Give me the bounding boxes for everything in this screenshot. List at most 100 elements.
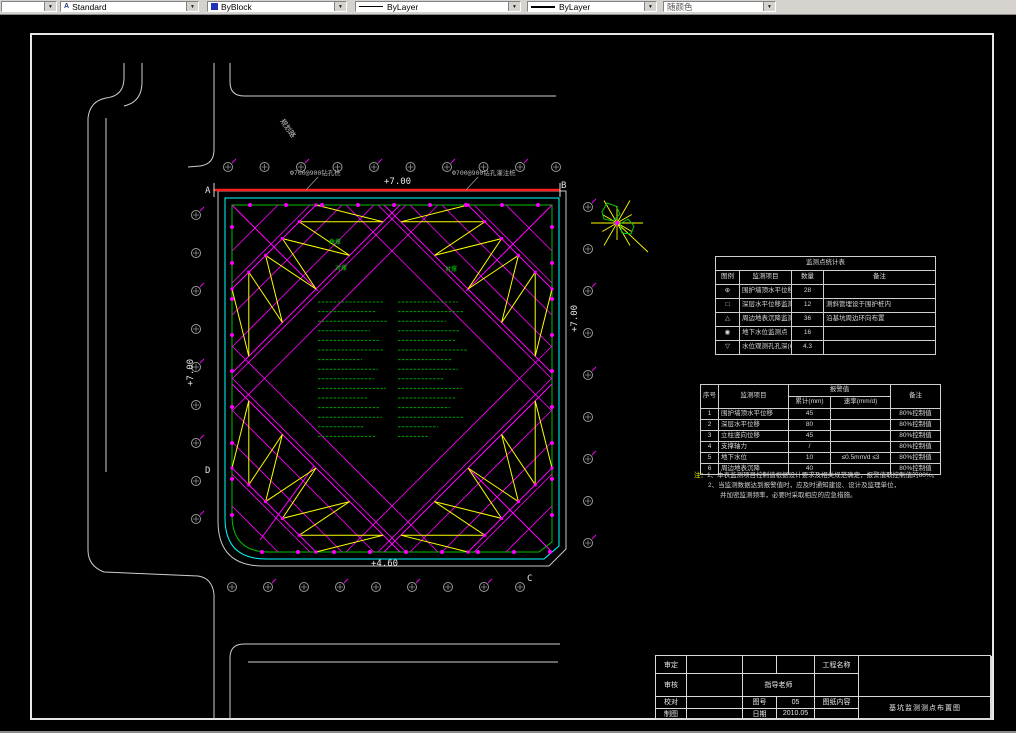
titleblock-row2-label: 审核 — [656, 674, 687, 697]
titleblock-row4-label: 制图 — [656, 708, 687, 720]
alarm-cumulative: / — [788, 441, 831, 453]
color-combo[interactable]: ByBlock ▼ — [207, 1, 347, 12]
drawing-no-label: 图号 — [743, 697, 777, 709]
alarm-rate — [830, 430, 891, 442]
alarm-seq: 1 — [700, 408, 719, 420]
alarm-seq: 5 — [700, 452, 719, 464]
stats-item-note: 沿基坑周边环向布置 — [823, 312, 936, 327]
alarm-note: 80%控制值 — [890, 430, 941, 442]
stats-item-note — [823, 284, 936, 299]
content-label: 图纸内容 — [815, 697, 859, 709]
alarm-item: 地下水位 — [718, 452, 789, 464]
corner-label-c: C — [527, 574, 532, 584]
strut-label-1: 角撑 — [329, 238, 341, 246]
corner-label-d: D — [205, 466, 210, 476]
note-line: 1、本表监测项目控制值根据设计要求及相关规范确定，报警值取控制值的80%。 — [707, 472, 939, 479]
titleblock-row1-label: 审定 — [656, 656, 687, 674]
lineweight-combo-value: ByLayer — [559, 1, 591, 12]
alarm-rate — [830, 419, 891, 431]
monitoring-stats-table: 监测点统计表 图例 监测项目 数量 备注 ⊕ 围护墙顶水平位移监测点 28 □ … — [715, 256, 936, 355]
stats-item-note: 测斜管埋设于围护桩内 — [823, 298, 936, 313]
titleblock-row2-value — [687, 674, 743, 697]
table-row: 2 深层水平位移 80 80%控制值 — [700, 419, 941, 431]
color-combo-value: ByBlock — [221, 1, 252, 12]
alarm-note: 80%控制值 — [890, 408, 941, 420]
elevation-left: +7.00 — [186, 359, 196, 386]
point-symbol-icon: □ — [715, 298, 740, 313]
point-symbol-icon: ▽ — [715, 340, 740, 355]
alarm-cumulative: 45 — [788, 408, 831, 420]
alarm-note: 80%控制值 — [890, 452, 941, 464]
titleblock-row3-value — [687, 697, 743, 709]
road-label: 规划路 — [278, 117, 297, 139]
table-row: ◉ 地下水位监测点 16 — [715, 326, 936, 341]
table-row: 4 支撑轴力 / 80%控制值 — [700, 441, 941, 453]
elevation-bottom: +4.60 — [371, 559, 398, 569]
plan-labels: A B C D +7.00 +4.60 +7.00 +7.00 Ф700@900… — [186, 117, 580, 584]
corner-label-b: B — [561, 181, 566, 191]
alarm-seq: 4 — [700, 441, 719, 453]
plotstyle-combo[interactable]: 随颜色 ▼ — [663, 1, 776, 12]
table-row: △ 周边地表沉降监测点 36 沿基坑周边环向布置 — [715, 312, 936, 327]
note-line: 并加密监测频率，必要时采取相应的应急措施。 — [720, 492, 857, 499]
stats-item-count: 36 — [791, 312, 824, 327]
plotstyle-combo-value: 随颜色 — [667, 1, 693, 12]
drawing-no-value: 05 — [777, 697, 815, 709]
table-row: ⊕ 围护墙顶水平位移监测点 28 — [715, 284, 936, 299]
alarm-rate: ≤0.5mm/d ≤3 — [830, 452, 891, 464]
alarm-item: 围护墙顶水平位移 — [718, 408, 789, 420]
stats-header-count: 数量 — [791, 270, 824, 285]
lineweight-combo[interactable]: ByLayer ▼ — [527, 1, 657, 12]
table-row: 5 地下水位 10 ≤0.5mm/d ≤3 80%控制值 — [700, 452, 941, 464]
text-style-combo[interactable]: A Standard ▼ — [60, 1, 199, 12]
point-symbol-icon: ⊕ — [715, 284, 740, 299]
titleblock-row1-value — [687, 656, 743, 674]
alarm-cumulative: 10 — [788, 452, 831, 464]
color-combo-arrow-icon[interactable]: ▼ — [334, 2, 346, 11]
advisor-label: 指导老师 — [743, 674, 815, 697]
alarm-cumulative: 45 — [788, 430, 831, 442]
linetype-combo-arrow-icon[interactable]: ▼ — [508, 2, 520, 11]
note-line: 2、当监测数据达到报警值时，应及时通知建设、设计及监理单位， — [708, 482, 901, 489]
lineweight-combo-arrow-icon[interactable]: ▼ — [644, 2, 656, 11]
stats-item-count: 4.3 — [791, 340, 824, 355]
stats-item-count: 12 — [791, 298, 824, 313]
project-name-label: 工程名称 — [815, 656, 859, 674]
stats-item-name: 地下水位监测点 — [739, 326, 792, 341]
table-row: □ 深层水平位移监测点 12 测斜管埋设于围护桩内 — [715, 298, 936, 313]
alarm-header-sub1: 累计(mm) — [788, 396, 831, 409]
drawing-canvas[interactable]: A B C D +7.00 +4.60 +7.00 +7.00 Ф700@900… — [0, 0, 1016, 733]
stats-item-name: 深层水平位移监测点 — [739, 298, 792, 313]
stats-header-note: 备注 — [823, 270, 936, 285]
project-name-value — [859, 656, 992, 697]
alarm-seq: 3 — [700, 430, 719, 442]
stats-item-count: 28 — [791, 284, 824, 299]
stats-header-symbol: 图例 — [715, 270, 740, 285]
stats-item-note — [823, 340, 936, 355]
text-style-icon: A — [64, 3, 70, 10]
linetype-combo[interactable]: ByLayer ▼ — [355, 1, 521, 12]
stats-item-count: 16 — [791, 326, 824, 341]
alarm-note: 80%控制值 — [890, 419, 941, 431]
text-style-arrow-icon[interactable]: ▼ — [186, 2, 198, 11]
titleblock-row4-value — [687, 708, 743, 720]
text-style-value: Standard — [72, 1, 107, 12]
alarm-header-group: 报警值 — [788, 384, 891, 397]
date-value: 2010.05 — [777, 708, 815, 720]
table-row: 3 立柱竖向位移 45 80%控制值 — [700, 430, 941, 442]
alarm-rate — [830, 441, 891, 453]
stats-header-item: 监测项目 — [739, 270, 792, 285]
plotstyle-combo-arrow-icon[interactable]: ▼ — [763, 2, 775, 11]
pile-label-right: Ф700@900钻孔灌注桩 — [452, 168, 516, 177]
table-row: 1 围护墙顶水平位移 45 80%控制值 — [700, 408, 941, 420]
layer-combo-arrow-icon[interactable]: ▼ — [44, 2, 56, 11]
linetype-sample-icon — [359, 6, 383, 7]
stats-item-note — [823, 326, 936, 341]
alarm-header-note: 备注 — [890, 384, 941, 409]
alarm-header-sub2: 速率(mm/d) — [830, 396, 891, 409]
stats-table-title: 监测点统计表 — [715, 256, 936, 271]
drawing-title: 基坑监测测点布置图 — [859, 697, 992, 720]
linetype-combo-value: ByLayer — [387, 1, 419, 12]
layer-combo[interactable]: ▼ — [1, 1, 57, 12]
plan-geometry — [30, 33, 994, 720]
